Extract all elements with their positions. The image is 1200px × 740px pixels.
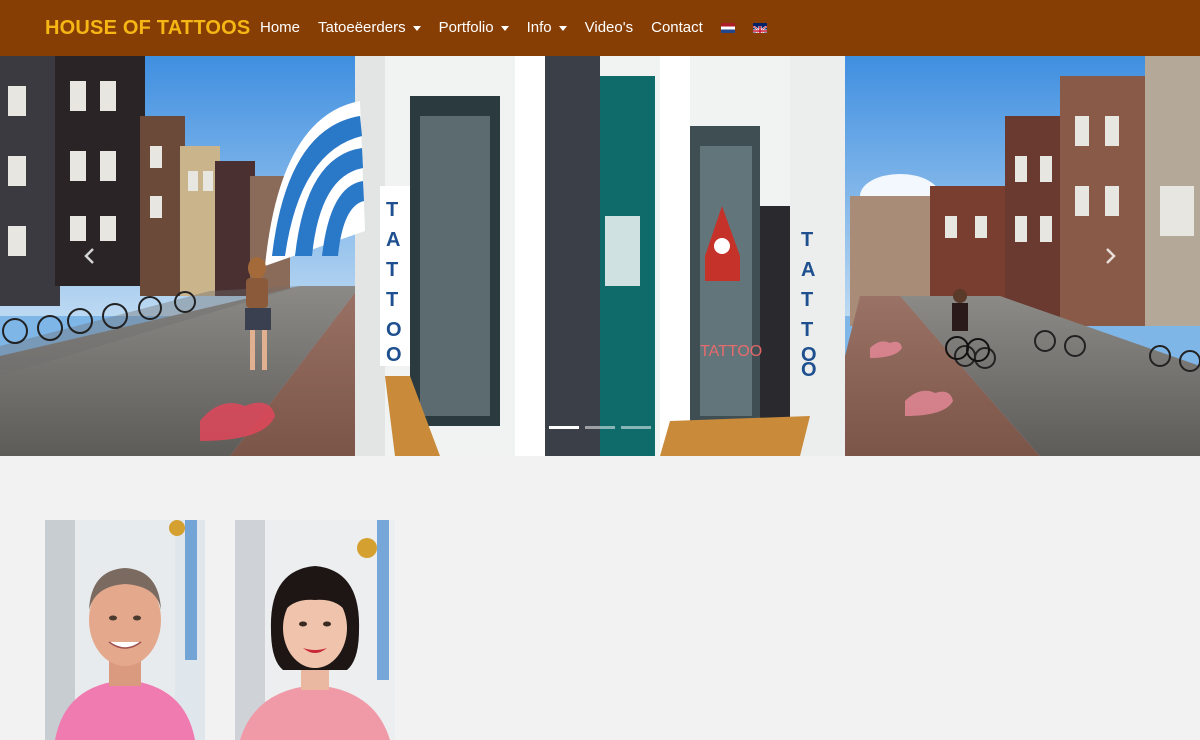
nav-videos-label: Video's	[584, 19, 634, 36]
nav-tatoeeerders[interactable]: Tatoeëerders	[318, 18, 421, 38]
navbar: HOUSE OF TATTOOS Home Tatoeëerders Portf…	[0, 0, 1200, 56]
team-member-card[interactable]	[45, 520, 205, 740]
svg-text:A: A	[801, 259, 815, 281]
svg-text:T: T	[801, 229, 813, 251]
svg-text:O: O	[801, 359, 817, 381]
woman-portrait-photo	[235, 520, 395, 740]
nav-portfolio[interactable]: Portfolio	[439, 18, 509, 38]
nav-info-label: Info	[526, 19, 552, 36]
nav-tatoeeerders-label: Tatoeëerders	[318, 19, 406, 36]
svg-text:TATTOO: TATTOO	[700, 343, 762, 360]
nl-flag-icon[interactable]	[720, 23, 735, 33]
carousel-indicator-3[interactable]	[621, 426, 651, 429]
nav-contact-label: Contact	[651, 19, 703, 36]
nav-home-label: Home	[260, 19, 301, 36]
uk-flag-icon[interactable]	[752, 23, 767, 33]
storefront-street-photo: TATTOO TATTOO TATTOO	[0, 56, 1200, 456]
svg-text:A: A	[386, 229, 400, 251]
nav-info[interactable]: Info	[527, 18, 567, 38]
carousel-prev-icon[interactable]	[80, 246, 100, 266]
brand-logo[interactable]: HOUSE OF TATTOOS	[45, 16, 250, 40]
chevron-down-icon	[500, 26, 509, 31]
nav-videos[interactable]: Video's	[585, 18, 633, 38]
svg-text:T: T	[386, 199, 398, 221]
svg-text:T: T	[801, 289, 813, 311]
nav-home[interactable]: Home	[260, 18, 300, 38]
svg-text:T: T	[386, 289, 398, 311]
svg-text:O: O	[386, 344, 402, 366]
carousel-indicator-1[interactable]	[549, 426, 579, 429]
team-member-card[interactable]	[235, 520, 395, 740]
carousel-indicators	[549, 426, 657, 429]
chevron-down-icon	[412, 26, 421, 31]
carousel-next-icon[interactable]	[1100, 246, 1120, 266]
hero-carousel: TATTOO TATTOO TATTOO	[0, 56, 1200, 456]
svg-text:O: O	[386, 319, 402, 341]
svg-text:T: T	[801, 319, 813, 341]
carousel-indicator-2[interactable]	[585, 426, 615, 429]
nav-portfolio-label: Portfolio	[438, 19, 494, 36]
chevron-down-icon	[558, 26, 567, 31]
man-portrait-photo	[45, 520, 205, 740]
nav-contact[interactable]: Contact	[651, 18, 703, 38]
main-nav: Home Tatoeëerders Portfolio Info Video's…	[260, 0, 785, 56]
svg-text:T: T	[386, 259, 398, 281]
